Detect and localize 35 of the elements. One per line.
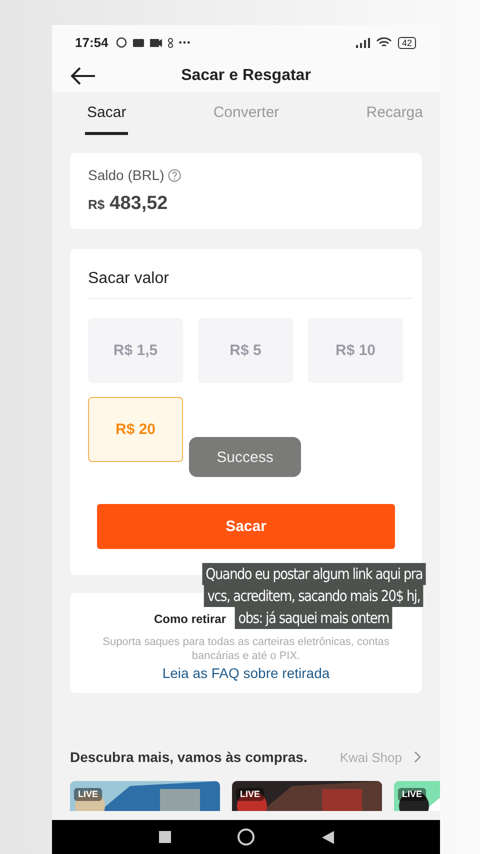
help-icon[interactable] xyxy=(168,168,182,182)
tab[interactable]: Converter xyxy=(211,92,282,135)
amount-option[interactable]: R$ 10 xyxy=(308,318,403,383)
wifi-icon xyxy=(376,36,392,48)
currency-label: R$ xyxy=(88,197,105,212)
withdraw-button[interactable]: Sacar xyxy=(97,504,395,549)
balance-label: Saldo (BRL) xyxy=(88,167,164,183)
live-badge: LIVE xyxy=(236,788,264,801)
amount-option[interactable]: R$ 1,5 xyxy=(88,318,183,383)
chevron-right-icon[interactable] xyxy=(414,751,422,763)
home-button-icon[interactable] xyxy=(237,828,255,846)
balance-amount: 483,52 xyxy=(110,193,168,215)
section-title: Sacar valor xyxy=(88,249,412,299)
info-title: Como retirar xyxy=(154,612,226,626)
battery-level: 42 xyxy=(398,36,416,48)
live-badge: LIVE xyxy=(398,788,426,801)
back-arrow-icon[interactable] xyxy=(70,67,96,85)
live-badge: LIVE xyxy=(74,788,102,801)
tab[interactable]: Sacar xyxy=(85,92,128,135)
tab[interactable]: Recarga xyxy=(364,92,425,135)
back-button-icon[interactable] xyxy=(322,830,334,844)
amount-option[interactable]: R$ 20 xyxy=(88,397,183,462)
success-toast: Success xyxy=(189,437,301,477)
page-title: Sacar e Resgatar xyxy=(180,67,312,85)
shop-link[interactable]: Kwai Shop xyxy=(340,750,402,764)
status-time: 17:54 xyxy=(75,35,108,50)
more-icon xyxy=(179,41,190,44)
video-camera-icon xyxy=(150,38,162,46)
amount-option[interactable]: R$ 5 xyxy=(198,318,293,383)
info-text: Suporta saques para todas as carteiras eletrônicas, contas bancárias e até o PIX. xyxy=(102,635,390,663)
message-icon xyxy=(133,38,144,46)
section-title: Descubra mais, vamos às compras. xyxy=(70,749,308,765)
faq-link[interactable]: Leia as FAQ sobre retirada xyxy=(162,665,330,681)
recents-button-icon[interactable] xyxy=(158,831,170,843)
signal-icon xyxy=(356,38,370,48)
